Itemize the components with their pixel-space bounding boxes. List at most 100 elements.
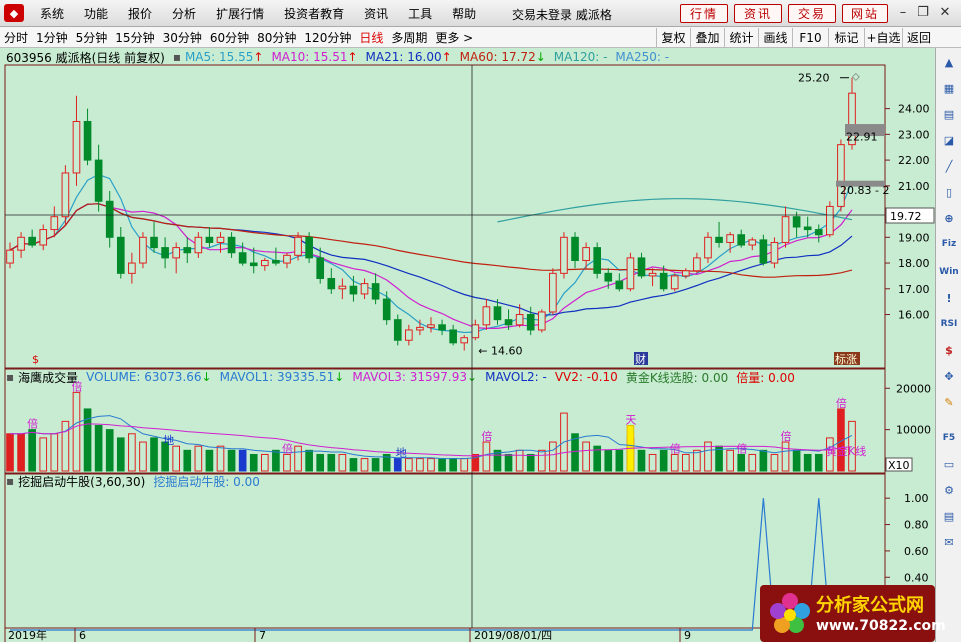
candle[interactable] (150, 221, 158, 253)
candle[interactable] (748, 237, 757, 251)
menu-item-education[interactable]: 投资者教育 (274, 5, 354, 22)
candle[interactable] (6, 242, 14, 269)
candle[interactable] (460, 335, 469, 351)
candle[interactable] (161, 237, 169, 269)
candle[interactable] (260, 257, 269, 271)
restore-rights-button[interactable]: 复权 (656, 28, 690, 47)
candle[interactable] (371, 273, 380, 305)
candle[interactable] (327, 268, 336, 294)
candle[interactable] (792, 211, 801, 238)
bar-icon[interactable]: ▤ (939, 104, 959, 124)
grid-icon[interactable]: ▦ (939, 78, 959, 98)
tab-60min[interactable]: 60分钟 (206, 29, 253, 46)
tab-multi-period[interactable]: 多周期 (387, 29, 431, 46)
candle[interactable] (194, 232, 203, 258)
tab-30min[interactable]: 30分钟 (159, 29, 206, 46)
statistics-button[interactable]: 统计 (724, 28, 758, 47)
candle[interactable] (227, 232, 236, 258)
candle[interactable] (61, 165, 70, 225)
menu-item-quote[interactable]: 报价 (118, 5, 162, 22)
draw-line-button[interactable]: 画线 (758, 28, 792, 47)
chart-icon[interactable]: ◪ (939, 130, 959, 150)
candle[interactable] (560, 232, 568, 279)
candle[interactable] (205, 227, 214, 248)
add-watchlist-button[interactable]: +自选 (864, 28, 902, 47)
candle[interactable] (183, 237, 192, 264)
candle[interactable] (172, 242, 181, 274)
win-icon[interactable]: Win (939, 262, 959, 282)
email-icon[interactable]: ✉ (939, 532, 959, 552)
menu-item-tools[interactable]: 工具 (398, 5, 442, 22)
candle[interactable] (360, 278, 369, 300)
candle[interactable] (349, 275, 358, 302)
candle[interactable] (826, 201, 834, 238)
candle[interactable] (338, 278, 347, 300)
f5-icon[interactable]: F5 (939, 428, 959, 448)
alert-icon[interactable]: ! (939, 288, 959, 308)
candle[interactable] (128, 252, 136, 284)
candle[interactable] (17, 232, 25, 258)
restore-icon[interactable]: ❐ (914, 5, 932, 22)
doc-icon[interactable]: ▤ (939, 506, 959, 526)
minimize-icon[interactable]: – (894, 5, 912, 22)
candle[interactable] (837, 139, 845, 212)
tab-1min[interactable]: 1分钟 (32, 29, 72, 46)
candle[interactable] (382, 291, 391, 325)
candle[interactable] (814, 224, 823, 243)
candle[interactable] (715, 221, 723, 248)
candle[interactable] (139, 232, 147, 269)
candle[interactable] (449, 324, 457, 346)
menu-item-extended[interactable]: 扩展行情 (206, 5, 274, 22)
candle[interactable] (393, 314, 402, 346)
candle[interactable] (615, 273, 624, 292)
move-icon[interactable]: ✥ (939, 366, 959, 386)
menu-item-news[interactable]: 资讯 (354, 5, 398, 22)
pen-icon[interactable]: ✎ (939, 392, 959, 412)
dollar-marker-icon[interactable]: $ (32, 353, 39, 366)
candle[interactable] (626, 252, 635, 292)
candle[interactable] (39, 224, 48, 251)
candle[interactable] (549, 268, 557, 315)
scroll-up-icon[interactable]: ▲ (939, 52, 959, 72)
candle[interactable] (116, 227, 125, 279)
line-icon[interactable]: ╱ (939, 156, 959, 176)
website-button[interactable]: 网站 (842, 4, 888, 23)
back-button[interactable]: 返回 (902, 28, 935, 47)
tab-more[interactable]: 更多 > (431, 29, 477, 46)
menu-item-system[interactable]: 系统 (30, 5, 74, 22)
candle[interactable] (83, 108, 92, 166)
candle-icon[interactable]: ▯ (939, 182, 959, 202)
candle[interactable] (72, 95, 81, 186)
menu-item-help[interactable]: 帮助 (442, 5, 486, 22)
candle[interactable] (316, 247, 325, 284)
candle[interactable] (648, 268, 657, 287)
menu-item-function[interactable]: 功能 (74, 5, 118, 22)
tab-80min[interactable]: 80分钟 (253, 29, 300, 46)
candle[interactable] (571, 232, 579, 269)
candle[interactable] (770, 237, 779, 269)
candle[interactable] (693, 252, 701, 274)
candle[interactable] (427, 317, 435, 333)
candle[interactable] (105, 190, 114, 248)
app-logo-icon[interactable]: ◆ (4, 4, 24, 22)
candle[interactable] (471, 319, 480, 341)
candle[interactable] (28, 229, 36, 248)
chart-area[interactable]: 25.20← 14.6022.9120.83 - 2◇$ 财标涨 倍倍倍倍倍 倍倍倍… (0, 48, 935, 642)
tab-120min[interactable]: 120分钟 (300, 29, 355, 46)
overlay-button[interactable]: 叠加 (690, 28, 724, 47)
settings-icon[interactable]: ⚙ (939, 480, 959, 500)
candle[interactable] (704, 232, 712, 264)
candle[interactable] (759, 234, 768, 266)
candle[interactable] (272, 247, 280, 266)
candle[interactable] (670, 273, 679, 292)
candle[interactable] (737, 229, 746, 248)
news-button[interactable]: 资讯 (734, 4, 782, 23)
money-icon[interactable]: $ (939, 340, 959, 360)
tab-timeshare[interactable]: 分时 (0, 29, 32, 46)
candle[interactable] (537, 309, 546, 333)
menu-item-analysis[interactable]: 分析 (162, 5, 206, 22)
candle[interactable] (94, 144, 103, 212)
tab-5min[interactable]: 5分钟 (72, 29, 112, 46)
f10-button[interactable]: F10 (792, 28, 828, 47)
candle[interactable] (405, 324, 413, 346)
